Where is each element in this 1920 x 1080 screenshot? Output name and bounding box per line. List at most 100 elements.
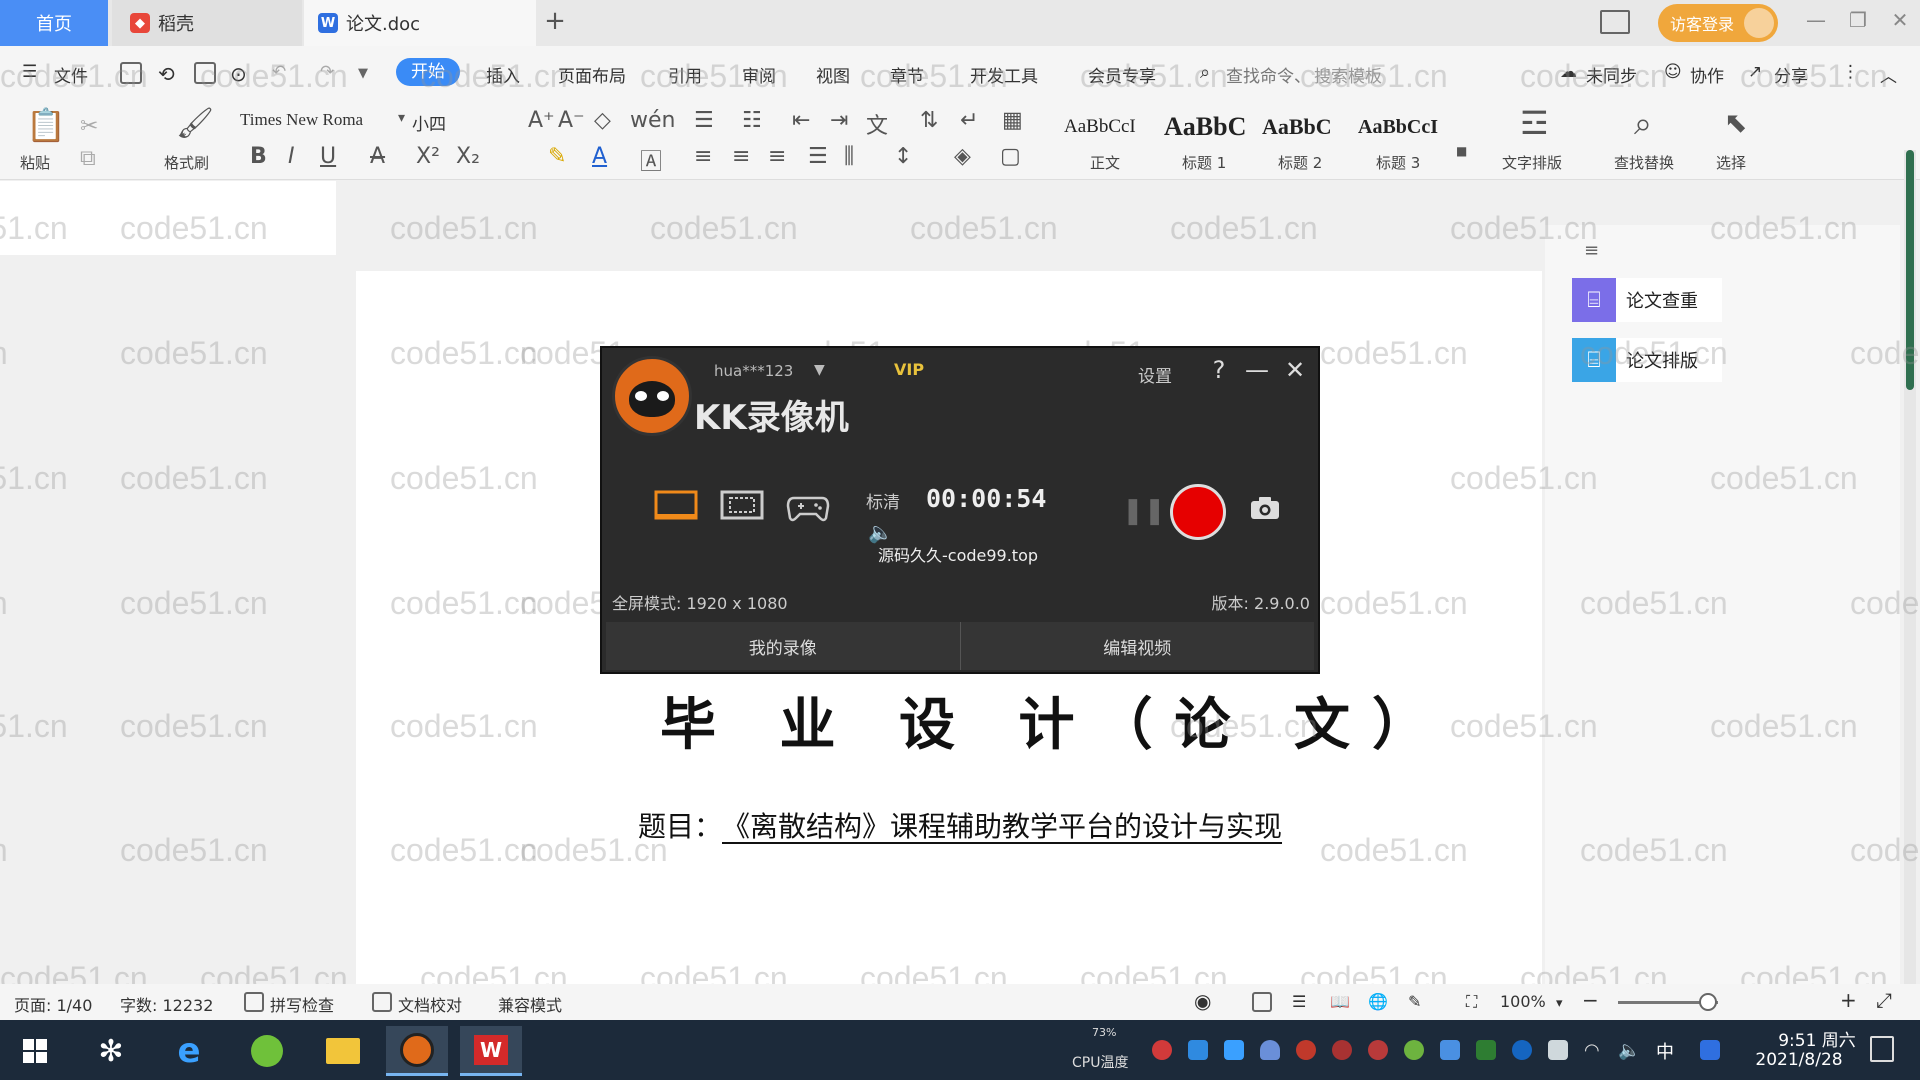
style-heading1-label[interactable]: 标题 1 bbox=[1182, 152, 1226, 173]
subscript-icon[interactable]: X₂ bbox=[456, 144, 480, 169]
find-replace-button[interactable]: 查找替换 bbox=[1614, 152, 1674, 173]
highlight-icon[interactable]: ✎ bbox=[548, 144, 566, 169]
grow-font-icon[interactable]: A⁺ bbox=[528, 108, 555, 133]
tray-app-icon[interactable] bbox=[1700, 1040, 1720, 1060]
shading-icon[interactable]: ◈ bbox=[954, 144, 971, 169]
search-template-input[interactable]: 搜索模板 bbox=[1314, 62, 1382, 87]
region-mode-icon[interactable] bbox=[720, 490, 764, 524]
nvidia-icon[interactable] bbox=[1476, 1040, 1496, 1060]
fullscreen-icon[interactable]: ⤢ bbox=[1876, 988, 1892, 1012]
copy-icon[interactable]: ⧉ bbox=[80, 146, 96, 171]
kk-recorder-taskbar-icon[interactable] bbox=[386, 1026, 448, 1076]
paper-format-button[interactable]: ⌸ 论文排版 bbox=[1572, 338, 1722, 382]
menu-view[interactable]: 视图 bbox=[816, 62, 850, 87]
redo-icon[interactable]: ↷ bbox=[320, 62, 334, 82]
collab-button[interactable]: 协作 bbox=[1690, 62, 1724, 87]
menu-review[interactable]: 审阅 bbox=[742, 62, 776, 87]
sort-icon[interactable]: ⇅ bbox=[920, 108, 938, 133]
strikethrough-icon[interactable]: A bbox=[370, 144, 385, 169]
font-color-icon[interactable]: A bbox=[592, 144, 607, 169]
read-view-icon[interactable]: 📖 bbox=[1330, 992, 1350, 1011]
menu-start[interactable]: 开始 bbox=[396, 58, 460, 86]
font-size-select[interactable]: 小四 bbox=[412, 110, 446, 135]
print-preview-icon[interactable]: ⊙ bbox=[230, 62, 247, 86]
find-replace-icon[interactable]: ⌕ bbox=[1634, 104, 1652, 143]
tray-app-icon[interactable] bbox=[1152, 1040, 1172, 1060]
style-heading1-sample[interactable]: AaBbC bbox=[1164, 112, 1246, 142]
visitor-login-button[interactable]: 访客登录 bbox=[1658, 4, 1778, 42]
align-left-icon[interactable]: ≡ bbox=[694, 144, 712, 169]
pinyin-icon[interactable]: wén bbox=[630, 108, 675, 133]
panel-collapse-icon[interactable]: ≡ bbox=[1584, 240, 1599, 261]
undo-icon[interactable]: ↶ bbox=[272, 62, 286, 82]
bullet-list-icon[interactable]: ☰ bbox=[694, 108, 714, 133]
doc-proof-icon[interactable] bbox=[372, 992, 392, 1012]
doc-proof-button[interactable]: 文档校对 bbox=[398, 992, 462, 1016]
page-indicator[interactable]: 页面: 1/40 bbox=[14, 992, 92, 1016]
kk-help-button[interactable]: ? bbox=[1204, 356, 1234, 384]
windows-start-icon[interactable] bbox=[4, 1026, 66, 1076]
wps-writer-icon[interactable]: W bbox=[460, 1026, 522, 1076]
kk-vip-badge[interactable]: VIP bbox=[894, 360, 924, 379]
text-tools-button[interactable]: 文字排版 bbox=[1502, 152, 1562, 173]
bluetooth-icon[interactable] bbox=[1512, 1040, 1532, 1060]
bold-icon[interactable]: B bbox=[250, 144, 267, 169]
align-right-icon[interactable]: ≡ bbox=[768, 144, 786, 169]
format-painter-label[interactable]: 格式刷 bbox=[164, 152, 209, 173]
scrollbar-thumb[interactable] bbox=[1906, 150, 1914, 390]
chevron-down-icon[interactable]: ▼ bbox=[358, 66, 368, 81]
kk-user-dropdown-icon[interactable]: ▼ bbox=[814, 362, 825, 378]
menu-reference[interactable]: 引用 bbox=[668, 62, 702, 87]
save-icon[interactable] bbox=[120, 62, 142, 84]
zoom-out-icon[interactable]: − bbox=[1582, 988, 1599, 1012]
paste-icon[interactable]: 📋 bbox=[26, 106, 66, 144]
pause-icon[interactable]: ❚❚ bbox=[1122, 496, 1166, 526]
volume-tray-icon[interactable]: 🔈 bbox=[1618, 1040, 1640, 1061]
menu-insert[interactable]: 插入 bbox=[486, 62, 520, 87]
clear-format-icon[interactable]: ◇ bbox=[594, 108, 611, 133]
border-icon[interactable]: ▢ bbox=[1000, 144, 1021, 169]
layout-icon[interactable] bbox=[1600, 10, 1630, 34]
browser-icon[interactable] bbox=[236, 1026, 298, 1076]
distribute-icon[interactable]: ⫼ bbox=[844, 144, 854, 169]
tray-app-icon[interactable] bbox=[1368, 1040, 1388, 1060]
superscript-icon[interactable]: X² bbox=[416, 144, 440, 169]
tab-document[interactable]: W 论文.doc bbox=[304, 0, 536, 46]
char-border-icon[interactable]: 🄰 bbox=[640, 144, 662, 176]
zoom-slider-knob[interactable] bbox=[1699, 993, 1717, 1011]
chinese-layout-icon[interactable]: 文 bbox=[866, 108, 888, 140]
word-count[interactable]: 字数: 12232 bbox=[120, 992, 213, 1016]
italic-icon[interactable]: I bbox=[288, 144, 295, 169]
cpu-temp-label[interactable]: CPU温度 bbox=[1072, 1052, 1128, 1072]
select-button[interactable]: 选择 bbox=[1716, 152, 1746, 173]
kk-close-icon[interactable]: ✕ bbox=[1280, 356, 1310, 384]
paste-label[interactable]: 粘贴 bbox=[20, 152, 50, 173]
notification-icon[interactable] bbox=[1870, 1036, 1894, 1062]
my-recordings-button[interactable]: 我的录像 bbox=[606, 622, 961, 670]
tray-app-icon[interactable] bbox=[1188, 1040, 1208, 1060]
indent-icon[interactable]: ⇥ bbox=[830, 108, 848, 133]
game-mode-icon[interactable] bbox=[786, 490, 830, 524]
edit-video-button[interactable]: 编辑视频 bbox=[961, 622, 1315, 670]
shrink-font-icon[interactable]: A⁻ bbox=[558, 108, 585, 133]
underline-icon[interactable]: U bbox=[320, 144, 336, 169]
web-view-icon[interactable]: 🌐 bbox=[1368, 992, 1388, 1011]
clock-date[interactable]: 2021/8/28 bbox=[1744, 1050, 1854, 1070]
menu-chapter[interactable]: 章节 bbox=[890, 62, 924, 87]
kk-settings-button[interactable]: 设置 bbox=[1138, 362, 1172, 387]
kk-minimize-icon[interactable]: — bbox=[1242, 356, 1272, 384]
justify-icon[interactable]: ☰ bbox=[808, 144, 828, 169]
zoom-level[interactable]: 100% bbox=[1500, 992, 1546, 1011]
fit-icon[interactable]: ⛶ bbox=[1466, 992, 1477, 1012]
outdent-icon[interactable]: ⇤ bbox=[792, 108, 810, 133]
chevron-up-icon[interactable]: ︿ bbox=[1880, 62, 1897, 87]
ime-indicator[interactable]: 中 bbox=[1656, 1038, 1674, 1064]
volume-icon[interactable]: 🔈 bbox=[868, 520, 893, 544]
kk-username[interactable]: hua***123 bbox=[714, 362, 793, 380]
plus-icon[interactable]: + bbox=[540, 6, 570, 36]
font-name-select[interactable]: Times New Roma bbox=[240, 110, 363, 130]
file-explorer-icon[interactable] bbox=[312, 1026, 374, 1076]
menu-member[interactable]: 会员专享 bbox=[1088, 62, 1156, 87]
text-tools-icon[interactable]: ☲ bbox=[1520, 104, 1549, 142]
print-icon[interactable] bbox=[194, 62, 216, 84]
